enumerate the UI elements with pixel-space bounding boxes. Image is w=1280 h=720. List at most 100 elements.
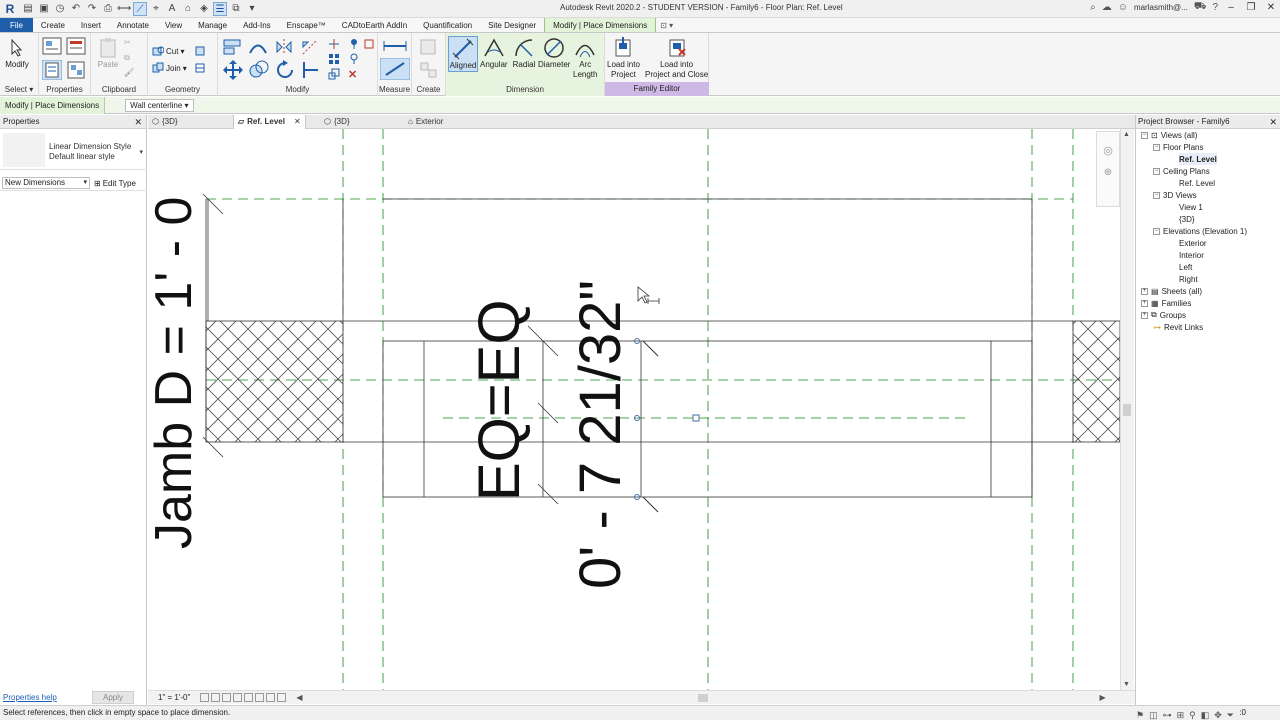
- dimension-grips[interactable]: [634, 338, 700, 513]
- cart-icon[interactable]: ⛟: [1194, 1, 1207, 14]
- tree-node-view-1[interactable]: View 1: [1179, 201, 1203, 213]
- view-tab-ref-level[interactable]: ▱ Ref. Level ✕: [233, 115, 306, 129]
- aligned-dimension-icon[interactable]: ⟋: [133, 1, 147, 16]
- close-icon[interactable]: ✕: [294, 115, 301, 129]
- split-button[interactable]: [328, 38, 340, 50]
- temp-hide-icon[interactable]: [266, 693, 276, 702]
- properties-help-link[interactable]: Properties help: [3, 693, 57, 702]
- section-icon[interactable]: ◈: [197, 2, 211, 16]
- tab-quantification[interactable]: Quantification: [415, 18, 480, 32]
- expand-icon[interactable]: +: [1141, 311, 1148, 319]
- type-selector-button[interactable]: [66, 60, 86, 80]
- show-crop-icon[interactable]: [255, 693, 265, 702]
- design-options-icon[interactable]: ◫: [1149, 708, 1158, 720]
- sun-path-icon[interactable]: [222, 693, 232, 702]
- align-button[interactable]: [222, 38, 242, 56]
- tree-node-exterior[interactable]: Exterior: [1179, 237, 1207, 249]
- type-properties-button[interactable]: [42, 37, 62, 55]
- select-by-face-icon[interactable]: ◧: [1201, 708, 1210, 720]
- paint-button[interactable]: [194, 45, 206, 57]
- open-icon[interactable]: ▤: [21, 2, 35, 16]
- scale-button[interactable]: [328, 68, 340, 80]
- help-icon[interactable]: ?: [1212, 2, 1218, 13]
- view-tab-3d-2[interactable]: ⬡ {3D}: [324, 115, 350, 129]
- diameter-button[interactable]: Diameter: [538, 36, 570, 70]
- tab-modify-place-dimensions[interactable]: Modify | Place Dimensions: [544, 18, 657, 32]
- shadows-icon[interactable]: [233, 693, 243, 702]
- tab-create[interactable]: Create: [33, 18, 73, 32]
- split-face-button[interactable]: [194, 62, 206, 74]
- tag-icon[interactable]: ⌖: [149, 2, 163, 16]
- a360-icon[interactable]: ☁: [1102, 2, 1112, 13]
- tab-annotate[interactable]: Annotate: [109, 18, 157, 32]
- angular-button[interactable]: Angular: [480, 36, 508, 70]
- qat-dropdown-icon[interactable]: ▾: [245, 2, 259, 16]
- tab-site-designer[interactable]: Site Designer: [480, 18, 544, 32]
- save-icon[interactable]: ▣: [37, 2, 51, 16]
- minimize-icon[interactable]: –: [1224, 2, 1238, 13]
- tree-node-floor-plans[interactable]: − Floor Plans: [1153, 141, 1203, 153]
- drag-elements-icon[interactable]: ✥: [1214, 708, 1222, 720]
- scroll-up-icon[interactable]: ▲: [1123, 131, 1130, 138]
- copy-button[interactable]: ⧉: [124, 53, 130, 63]
- apply-button[interactable]: Apply: [91, 690, 134, 704]
- undo-icon[interactable]: ↶: [69, 2, 83, 16]
- eq-constraint-label[interactable]: EQ=EQ: [467, 300, 532, 501]
- trim-extend-button[interactable]: [300, 59, 322, 81]
- sync-icon[interactable]: ◷: [53, 2, 67, 16]
- aligned-button[interactable]: Aligned: [448, 36, 478, 72]
- user-name[interactable]: marlasmith@...: [1134, 3, 1188, 12]
- expand-icon[interactable]: +: [1141, 299, 1148, 307]
- family-types-button[interactable]: [66, 37, 86, 55]
- reveal-hidden-icon[interactable]: [277, 693, 287, 702]
- cut-geometry-button[interactable]: Cut ▾: [152, 45, 184, 57]
- offset-button[interactable]: [248, 38, 268, 56]
- ribbon-minimize-toggle[interactable]: ⊡ ▾: [656, 18, 677, 32]
- tab-insert[interactable]: Insert: [73, 18, 109, 32]
- view-tab-3d-1[interactable]: ⬡ {3D}: [152, 115, 178, 129]
- vertical-scrollbar[interactable]: ▲ ▼: [1120, 129, 1134, 690]
- drawing-canvas[interactable]: Jamb D = 1' - 0 EQ=EQ 0' - 7 21/32": [148, 129, 1120, 690]
- cut-small-button[interactable]: ✂: [124, 38, 131, 47]
- close-icon[interactable]: ✕: [134, 115, 142, 129]
- tree-node-ceiling-ref-level[interactable]: Ref. Level: [1179, 177, 1215, 189]
- arc-length-button[interactable]: Arc Length: [573, 36, 597, 80]
- select-pinned-icon[interactable]: ⚲: [1189, 708, 1196, 720]
- detail-level-icon[interactable]: [200, 693, 210, 702]
- instance-dropdown[interactable]: New Dimensions ▾: [2, 177, 90, 189]
- edit-type-button[interactable]: ⊞ Edit Type: [94, 179, 136, 188]
- tab-view[interactable]: View: [157, 18, 190, 32]
- tree-node-right[interactable]: Right: [1179, 273, 1198, 285]
- tab-add-ins[interactable]: Add-Ins: [235, 18, 279, 32]
- type-selector[interactable]: Linear Dimension Style Default linear st…: [0, 130, 147, 170]
- join-geometry-button[interactable]: Join ▾: [152, 62, 187, 74]
- mirror-draw-button[interactable]: [300, 38, 320, 56]
- jamb-dimension-label[interactable]: Jamb D = 1' - 0: [148, 197, 203, 549]
- redo-icon[interactable]: ↷: [85, 2, 99, 16]
- measure-icon[interactable]: ⟷: [117, 2, 131, 16]
- temp-dimension-label[interactable]: 0' - 7 21/32": [568, 280, 633, 589]
- select-underlay-icon[interactable]: ⊞: [1177, 708, 1185, 720]
- collapse-icon[interactable]: −: [1153, 167, 1160, 175]
- select-links-icon[interactable]: ⊶: [1163, 708, 1172, 720]
- mirror-axis-button[interactable]: [274, 38, 294, 56]
- print-icon[interactable]: ⎙: [101, 2, 115, 16]
- properties-toggle-button[interactable]: [42, 60, 62, 80]
- tree-node-ceiling-plans[interactable]: − Ceiling Plans: [1153, 165, 1210, 177]
- pin-button[interactable]: [348, 38, 360, 50]
- tab-cadtoearth[interactable]: CADtoEarth AddIn: [334, 18, 415, 32]
- modify-button[interactable]: Modify: [5, 36, 29, 70]
- close-windows-icon[interactable]: ⧉: [229, 2, 243, 16]
- scroll-down-icon[interactable]: ▼: [1123, 681, 1130, 688]
- view-scale[interactable]: 1" = 1'-0": [158, 693, 190, 702]
- rotate-button[interactable]: [274, 59, 296, 81]
- 3d-view-icon[interactable]: ⌂: [181, 2, 195, 16]
- chevron-down-icon[interactable]: ▾: [139, 148, 143, 156]
- horizontal-scroll-thumb[interactable]: [697, 693, 708, 702]
- steering-wheel-icon[interactable]: ◎: [1097, 144, 1119, 157]
- scroll-thumb[interactable]: [1123, 404, 1131, 416]
- revit-logo-icon[interactable]: R: [3, 2, 17, 16]
- close-icon[interactable]: ✕: [1269, 115, 1277, 129]
- collapse-icon[interactable]: −: [1141, 131, 1148, 139]
- create-group-button[interactable]: [419, 61, 439, 79]
